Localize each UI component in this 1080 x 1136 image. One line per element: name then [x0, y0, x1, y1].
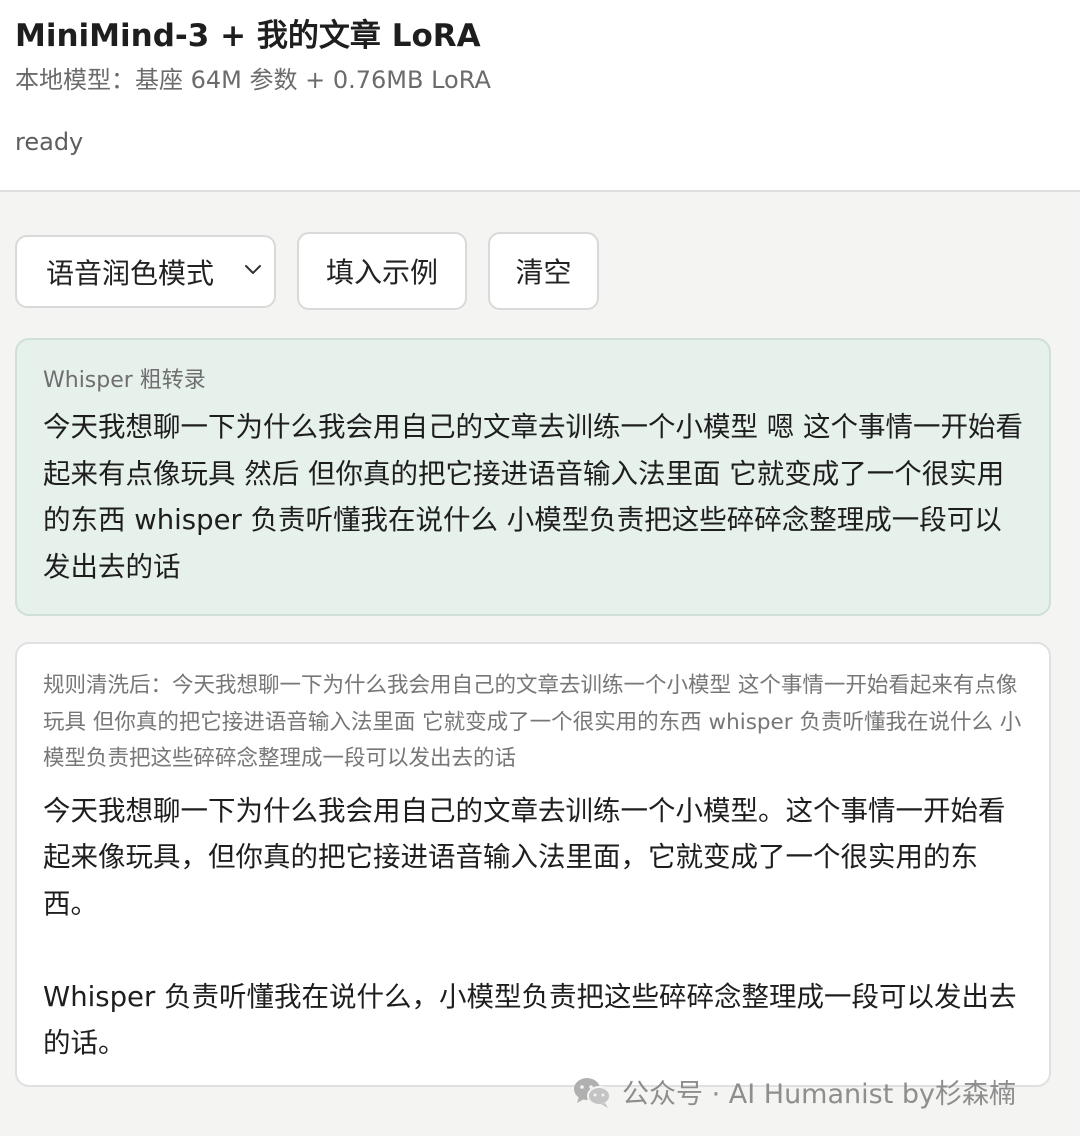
raw-transcript-label: Whisper 粗转录: [43, 368, 206, 393]
polished-paragraph: Whisper 负责听懂我在说什么，小模型负责把这些碎碎念整理成一段可以发出去的…: [43, 980, 1017, 1060]
watermark-text: 公众号 · AI Humanist by杉森楠: [622, 1079, 1016, 1110]
polished-paragraph: 今天我想聊一下为什么我会用自己的文章去训练一个小模型。这个事情一开始看起来像玩具…: [43, 794, 1006, 920]
fill-example-button[interactable]: 填入示例: [297, 232, 467, 310]
watermark: 公众号 · AI Humanist by杉森楠: [572, 1072, 1016, 1111]
polished-output: 今天我想聊一下为什么我会用自己的文章去训练一个小模型。这个事情一开始看起来像玩具…: [43, 788, 1023, 1067]
cleaned-output-panel: 规则清洗后：今天我想聊一下为什么我会用自己的文章去训练一个小模型 这个事情一开始…: [15, 642, 1051, 1087]
status-text: ready: [15, 128, 84, 156]
mode-select-value: 语音润色模式: [46, 256, 215, 290]
mode-select[interactable]: 语音润色模式: [15, 235, 276, 308]
clear-button[interactable]: 清空: [488, 232, 599, 310]
app-header: MiniMind-3 + 我的文章 LoRA 本地模型：基座 64M 参数 + …: [0, 0, 1080, 192]
rule-cleaned-text: 规则清洗后：今天我想聊一下为什么我会用自己的文章去训练一个小模型 这个事情一开始…: [43, 673, 1022, 771]
raw-transcript-text: 今天我想聊一下为什么我会用自己的文章去训练一个小模型 嗯 这个事情一开始看起来有…: [43, 411, 1023, 583]
page-title: MiniMind-3 + 我的文章 LoRA: [15, 18, 481, 54]
raw-transcript-panel: Whisper 粗转录 今天我想聊一下为什么我会用自己的文章去训练一个小模型 嗯…: [15, 338, 1051, 616]
model-info: 本地模型：基座 64M 参数 + 0.76MB LoRA: [15, 66, 491, 94]
wechat-icon: [572, 1075, 612, 1109]
chevron-down-icon: [245, 265, 261, 274]
